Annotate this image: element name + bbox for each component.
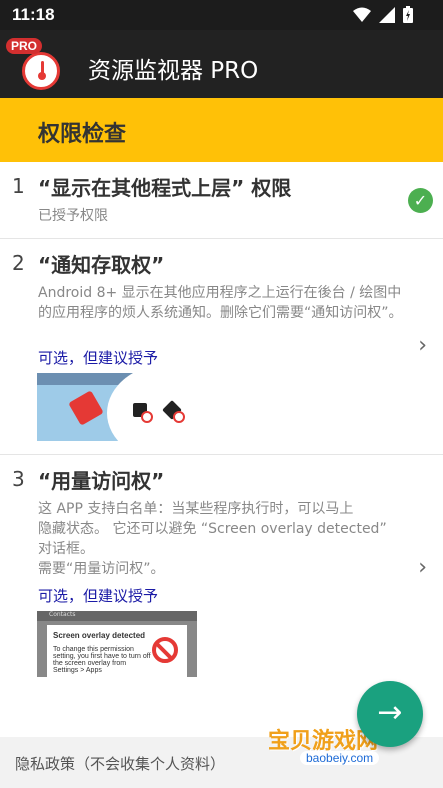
notification-screenshot-thumbnail: [37, 373, 197, 441]
permission-list: 1 “显示在其他程式上层” 权限 已授予权限 ✓ 2 “通知存取权” Andro…: [0, 162, 443, 737]
next-fab-button[interactable]: →: [357, 681, 423, 747]
row-description: Android 8+ 显示在其他应用程序之上运行在後台 / 绘图中的应用程序的烦…: [38, 285, 403, 321]
permission-row-notification[interactable]: 2 “通知存取权” Android 8+ 显示在其他应用程序之上运行在後台 / …: [0, 239, 443, 455]
section-title: 权限检查: [38, 122, 127, 147]
optional-link[interactable]: 可选，但建议授予: [38, 347, 158, 368]
signal-icon: [379, 6, 395, 23]
watermark-url: baobeiy.com: [300, 751, 380, 765]
chevron-right-icon[interactable]: ›: [418, 555, 427, 580]
app-logo-icon: [22, 52, 60, 90]
optional-link[interactable]: 可选，但建议授予: [38, 585, 158, 606]
row-title: “用量访问权”: [38, 469, 165, 493]
permission-row-overlay[interactable]: 1 “显示在其他程式上层” 权限 已授予权限 ✓: [0, 162, 443, 239]
row-title: “显示在其他程式上层” 权限: [38, 176, 292, 200]
status-icons: [353, 6, 413, 23]
app-title: 资源监视器 PRO: [88, 58, 259, 84]
app-bar: PRO 资源监视器 PRO: [0, 30, 443, 98]
row-description-line: 这 APP 支持白名单：当某些程序执行时，可以马上: [38, 501, 354, 517]
chevron-right-icon[interactable]: ›: [418, 333, 427, 358]
row-title: “通知存取权”: [38, 253, 165, 277]
row-number: 2: [12, 251, 25, 275]
thumb-dialog-text: To change this permission setting, you f…: [53, 646, 151, 674]
battery-icon: [403, 6, 413, 23]
section-header: 权限检查: [0, 98, 443, 162]
status-time: 11:18: [12, 5, 55, 24]
row-description-line: 对话框。: [38, 541, 94, 557]
hand-icon: [68, 390, 104, 426]
row-number: 3: [12, 467, 25, 491]
thumb-contacts-bar: Contacts: [37, 611, 197, 621]
pro-badge: PRO: [6, 38, 43, 54]
row-number: 1: [12, 174, 25, 198]
no-entry-icon: [152, 637, 178, 663]
row-status: 已授予权限: [38, 208, 108, 224]
privacy-policy-link[interactable]: 隐私政策（不会收集个人资料）: [15, 753, 225, 774]
arrow-right-icon: →: [377, 695, 403, 730]
row-description-line: 需要“用量访问权”。: [38, 561, 165, 577]
overlay-dialog-thumbnail: Contacts Screen overlay detected To chan…: [37, 611, 197, 677]
row-description-line: 隐藏状态。 它还可以避免 “Screen overlay detected”: [38, 521, 387, 537]
status-bar: 11:18: [0, 0, 443, 30]
check-icon: ✓: [408, 188, 433, 213]
wifi-icon: [353, 7, 371, 22]
